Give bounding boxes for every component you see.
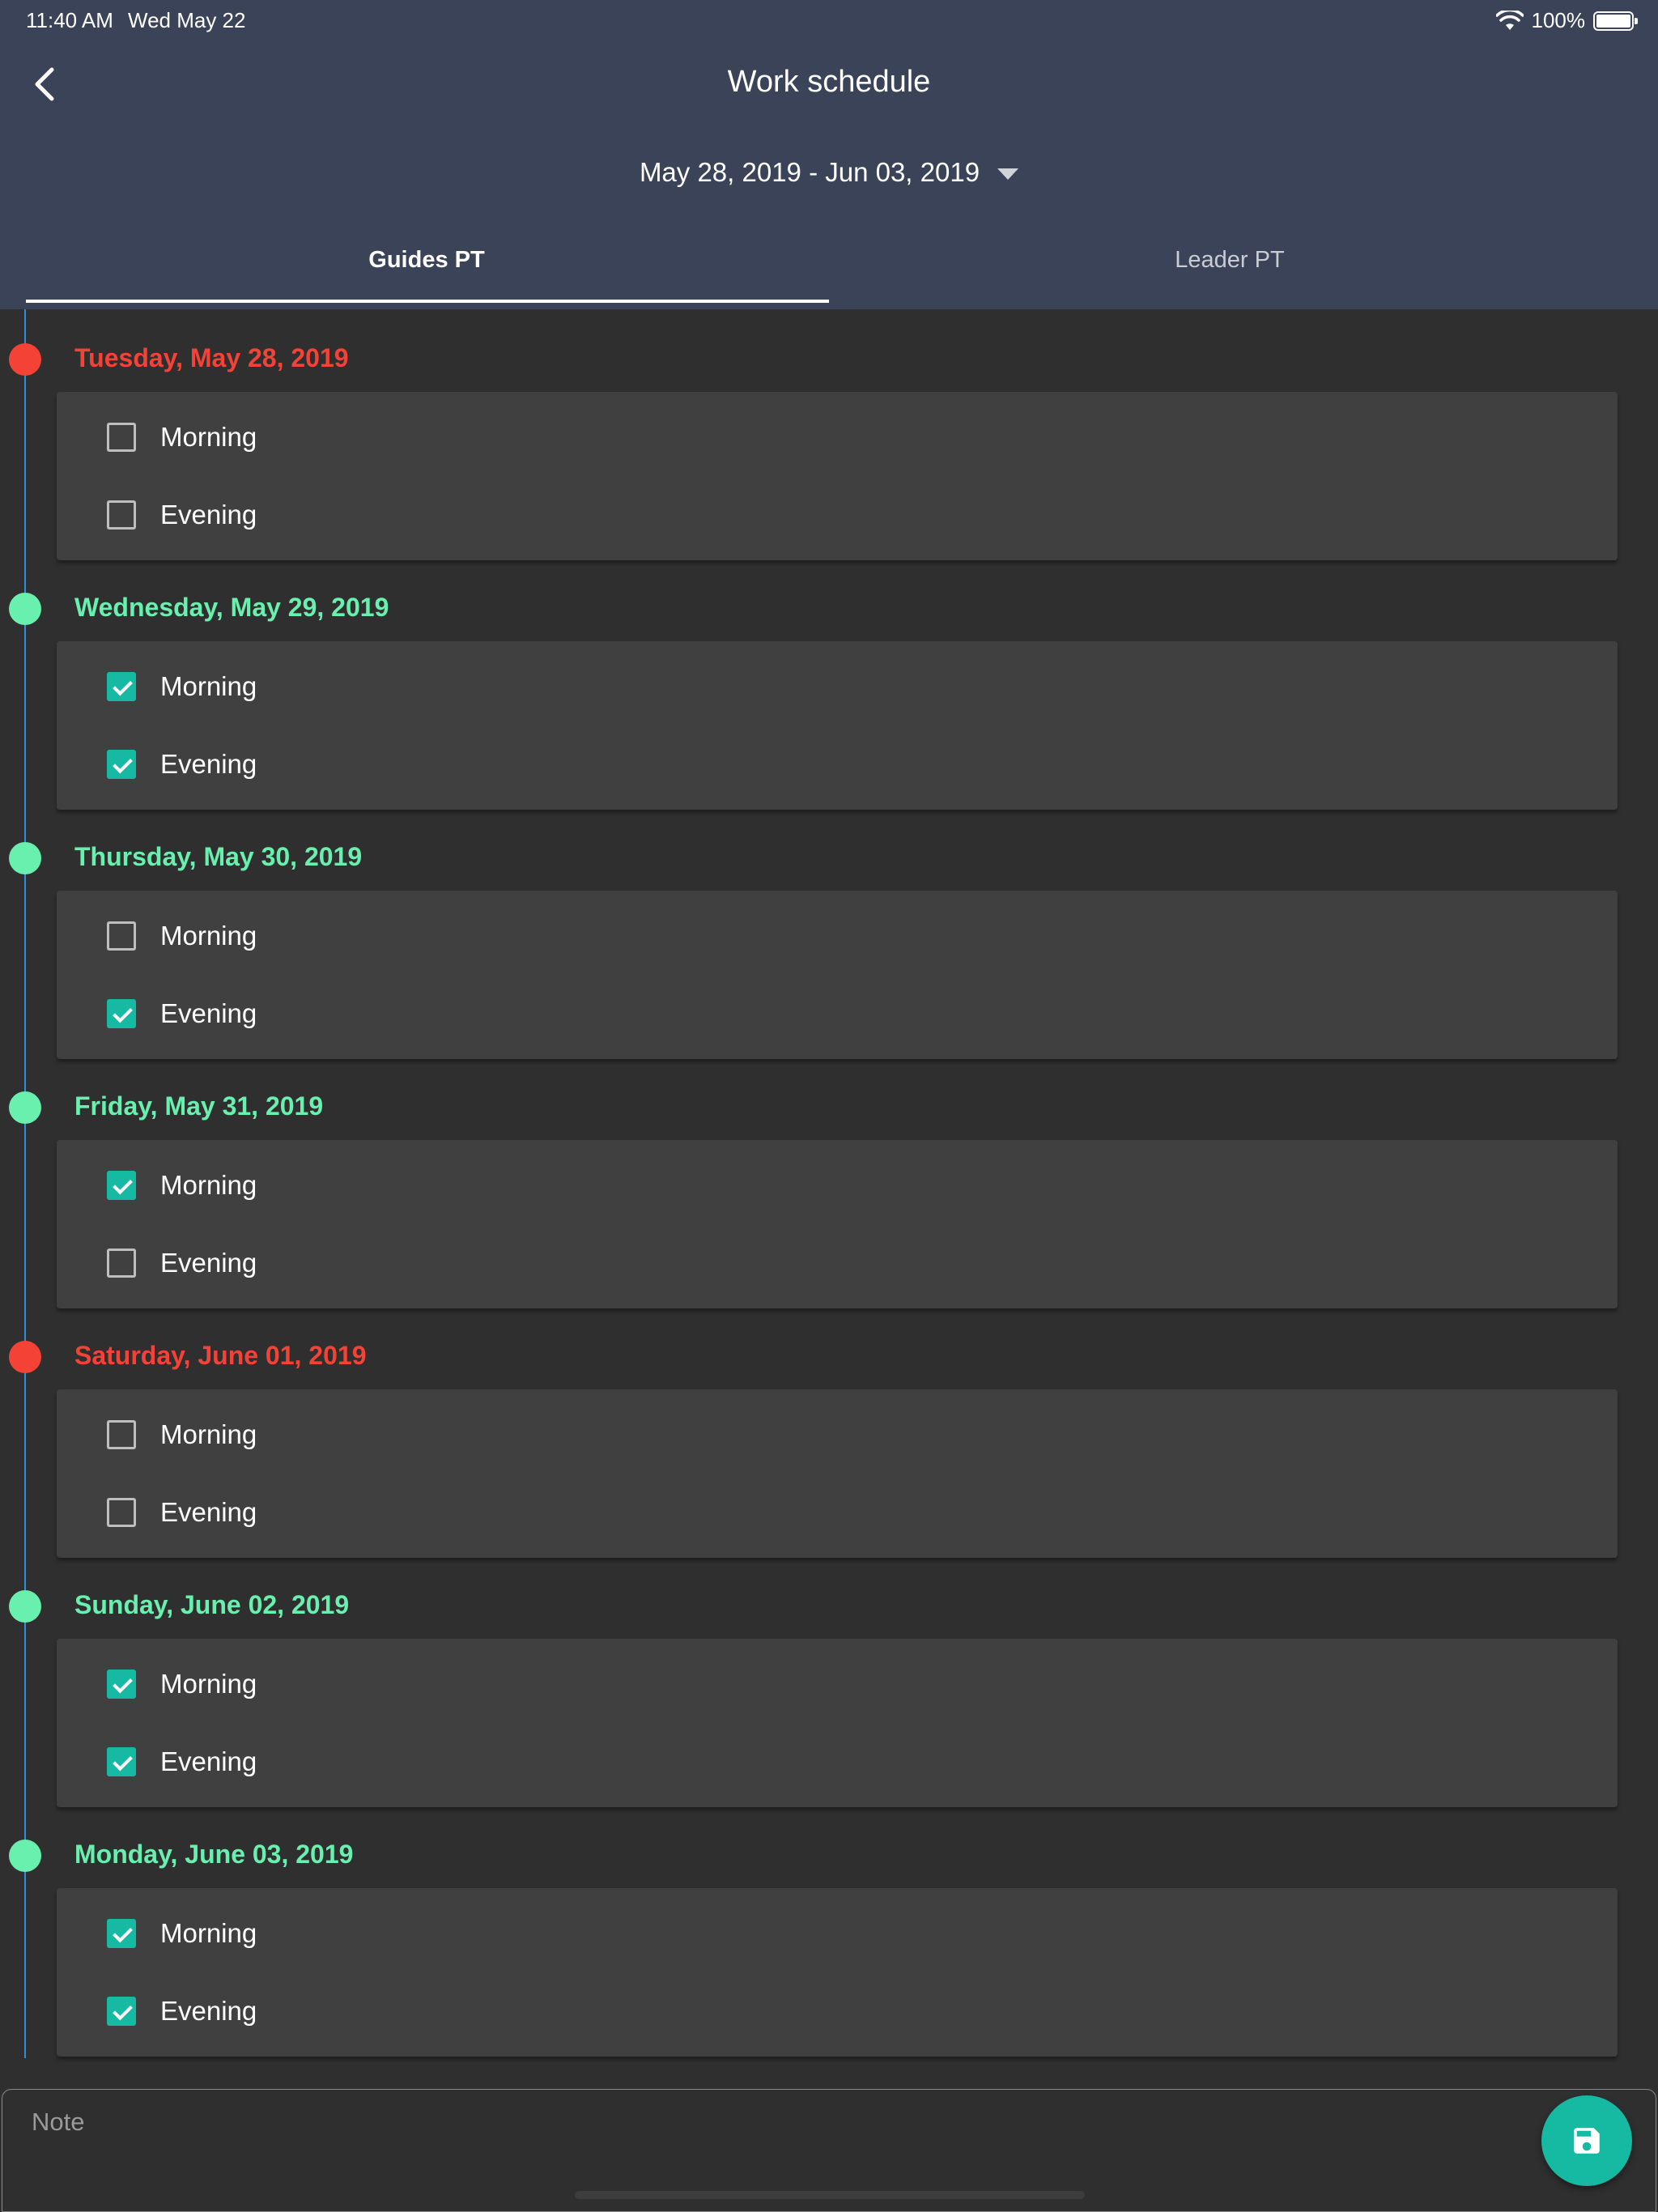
day-card: Morning Evening <box>57 1639 1618 1807</box>
wifi-icon <box>1495 10 1524 30</box>
shift-morning-option[interactable]: Morning <box>107 1917 257 1950</box>
day-title: Friday, May 31, 2019 <box>74 1091 324 1121</box>
shift-evening-option[interactable]: Evening <box>107 998 257 1030</box>
timeline-line <box>24 309 26 2058</box>
tab-label: Leader PT <box>1175 247 1285 273</box>
shift-label: Evening <box>160 1497 257 1527</box>
floppy-disk-icon <box>1574 2128 1600 2154</box>
battery-percent: 100% <box>1531 8 1586 32</box>
shift-label: Evening <box>160 500 257 530</box>
day-title: Monday, June 03, 2019 <box>74 1840 354 1869</box>
shift-morning-option[interactable]: Morning <box>107 1419 257 1451</box>
timeline-dot <box>9 1091 41 1124</box>
tab-leader-pt[interactable]: Leader PT <box>829 247 1630 305</box>
shift-label: Morning <box>160 921 257 951</box>
day-card: Morning Evening <box>57 1888 1618 2057</box>
timeline-dot <box>9 1341 41 1373</box>
checkbox-checked[interactable] <box>107 1171 136 1200</box>
shift-label: Evening <box>160 749 257 779</box>
shift-label: Evening <box>160 1996 257 2026</box>
shift-label: Morning <box>160 1669 257 1699</box>
checkbox-unchecked[interactable] <box>107 1420 136 1449</box>
note-input[interactable] <box>32 2108 1489 2137</box>
timeline-dot <box>9 1590 41 1623</box>
shift-label: Morning <box>160 1918 257 1948</box>
day-card: Morning Evening <box>57 641 1618 810</box>
shift-evening-option[interactable]: Evening <box>107 1247 257 1279</box>
checkbox-checked[interactable] <box>107 1919 136 1948</box>
timeline-dot <box>9 842 41 874</box>
save-button[interactable] <box>1541 2095 1632 2186</box>
day-card: Morning Evening <box>57 1389 1618 1558</box>
status-indicators: 100% <box>1495 8 1638 33</box>
shift-label: Evening <box>160 1248 257 1278</box>
day-card: Morning Evening <box>57 392 1618 560</box>
shift-evening-option[interactable]: Evening <box>107 1746 257 1778</box>
status-bar: 11:40 AM Wed May 22 100% <box>0 0 1658 40</box>
caret-down-icon <box>997 168 1019 181</box>
page-title: Work schedule <box>727 65 931 99</box>
home-indicator <box>575 2191 1085 2199</box>
tab-label: Guides PT <box>368 247 485 273</box>
app-header: 11:40 AM Wed May 22 100% Work schedule M… <box>0 0 1658 309</box>
day-title: Wednesday, May 29, 2019 <box>74 593 389 622</box>
day-title: Saturday, June 01, 2019 <box>74 1341 367 1370</box>
checkbox-unchecked[interactable] <box>107 1249 136 1278</box>
shift-label: Morning <box>160 422 257 452</box>
day-card: Morning Evening <box>57 891 1618 1059</box>
checkbox-unchecked[interactable] <box>107 423 136 452</box>
shift-label: Morning <box>160 671 257 701</box>
status-time: 11:40 AM <box>26 8 113 32</box>
day-title: Tuesday, May 28, 2019 <box>74 343 349 372</box>
timeline-dot <box>9 593 41 625</box>
shift-morning-option[interactable]: Morning <box>107 670 257 703</box>
shift-label: Morning <box>160 1170 257 1200</box>
checkbox-checked[interactable] <box>107 672 136 701</box>
checkbox-checked[interactable] <box>107 999 136 1028</box>
shift-evening-option[interactable]: Evening <box>107 1995 257 2027</box>
checkbox-checked[interactable] <box>107 1747 136 1776</box>
shift-evening-option[interactable]: Evening <box>107 748 257 781</box>
day-title: Thursday, May 30, 2019 <box>74 842 363 871</box>
shift-label: Evening <box>160 1746 257 1776</box>
shift-morning-option[interactable]: Morning <box>107 1169 257 1202</box>
shift-label: Evening <box>160 998 257 1028</box>
shift-evening-option[interactable]: Evening <box>107 499 257 531</box>
checkbox-checked[interactable] <box>107 1670 136 1699</box>
checkbox-checked[interactable] <box>107 1997 136 2026</box>
checkbox-unchecked[interactable] <box>107 500 136 530</box>
day-title: Sunday, June 02, 2019 <box>74 1590 350 1619</box>
shift-label: Morning <box>160 1419 257 1449</box>
day-card: Morning Evening <box>57 1140 1618 1308</box>
shift-morning-option[interactable]: Morning <box>107 421 257 453</box>
battery-icon <box>1593 11 1638 31</box>
date-range-label: May 28, 2019 - Jun 03, 2019 <box>639 157 980 187</box>
status-date: Wed May 22 <box>128 8 246 32</box>
shift-morning-option[interactable]: Morning <box>107 1668 257 1700</box>
date-range-selector[interactable]: May 28, 2019 - Jun 03, 2019 <box>0 157 1658 188</box>
tab-guides-pt[interactable]: Guides PT <box>26 247 827 305</box>
active-tab-indicator <box>26 300 829 303</box>
timeline-dot <box>9 343 41 376</box>
timeline-dot <box>9 1840 41 1872</box>
checkbox-unchecked[interactable] <box>107 921 136 951</box>
shift-evening-option[interactable]: Evening <box>107 1496 257 1529</box>
checkbox-unchecked[interactable] <box>107 1498 136 1527</box>
checkbox-checked[interactable] <box>107 750 136 779</box>
shift-morning-option[interactable]: Morning <box>107 920 257 952</box>
